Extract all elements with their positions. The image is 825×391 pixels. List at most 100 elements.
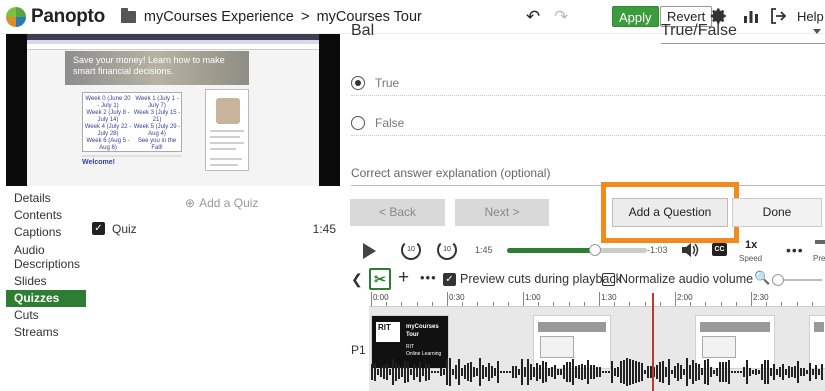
zoom-slider-handle[interactable]	[772, 274, 784, 286]
progress-bar[interactable]	[507, 244, 647, 256]
waveform-bar	[473, 366, 475, 378]
back-button[interactable]: < Back	[350, 199, 445, 226]
zoom-slider[interactable]	[772, 274, 822, 286]
quiz-name: Quiz	[112, 222, 137, 236]
nav-item-audio-descriptions[interactable]: Audio Descriptions	[6, 241, 86, 273]
progress-handle[interactable]	[589, 244, 602, 256]
waveform-bar	[629, 358, 631, 386]
waveform-bar	[692, 359, 694, 385]
add-question-button[interactable]: Add a Question	[612, 198, 728, 227]
nav-item-details[interactable]: Details	[6, 190, 86, 207]
waveform-bar	[638, 362, 640, 382]
panopto-logo-icon	[6, 6, 26, 27]
ruler-tick	[629, 302, 631, 306]
video-preview[interactable]: Save your money! Learn how to make smart…	[6, 34, 340, 186]
question-type-select[interactable]: True/False	[661, 22, 825, 44]
ruler-tick	[583, 302, 585, 306]
quiz-time: 1:45	[312, 222, 336, 236]
skip-back-icon[interactable]: 10	[401, 240, 421, 260]
waveform-bar	[779, 366, 781, 378]
playhead[interactable]	[652, 293, 654, 391]
radio-selected-icon[interactable]	[351, 76, 365, 90]
waveform-bar	[680, 364, 682, 380]
ruler-tick	[705, 302, 707, 306]
waveform-bar	[797, 360, 799, 384]
waveform-bar	[398, 365, 400, 379]
chevron-down-icon	[813, 29, 821, 34]
play-icon[interactable]	[363, 243, 376, 259]
ruler-tick	[614, 302, 616, 306]
explanation-input[interactable]: Correct answer explanation (optional)	[351, 166, 825, 186]
rit-logo: RIT	[376, 322, 400, 342]
question-type-value: True/False	[661, 22, 737, 39]
speed-value[interactable]: 1x	[745, 239, 757, 251]
waveform-bar	[386, 363, 388, 381]
ruler-tick	[751, 292, 752, 306]
video-welcome-text: Welcome!	[82, 159, 115, 166]
answer-option[interactable]: True	[351, 74, 825, 96]
ellipsis-icon[interactable]: •••	[420, 270, 437, 285]
timeline[interactable]: 0:00 0:30 1:00 1:30 2:00 2:30 P1 RIT myCourse…	[345, 292, 825, 391]
waveform-bar	[644, 369, 646, 375]
nav-item-cuts[interactable]: Cuts	[6, 307, 86, 324]
zoom-out-icon[interactable]: 🔍	[754, 270, 770, 286]
waveform-bar	[770, 368, 772, 376]
waveform-bar	[377, 368, 379, 376]
waveform-bar	[698, 364, 700, 380]
normalize-audio-checkbox[interactable]	[602, 273, 615, 286]
waveform-bar	[614, 368, 616, 376]
waveform-bar	[710, 366, 712, 378]
waveform-bar	[704, 360, 706, 384]
nav-item-streams[interactable]: Streams	[6, 324, 86, 341]
nav-item-contents[interactable]: Contents	[6, 207, 86, 224]
breadcrumb-folder[interactable]: myCourses Experience	[144, 9, 294, 25]
nav-item-captions[interactable]: Captions	[6, 224, 86, 241]
preview-icon[interactable]	[815, 240, 825, 244]
add-quiz-button[interactable]: ⊕ Add a Quiz	[185, 196, 258, 210]
video-week-cell: Week 0 (June 20 - July 1)	[85, 96, 131, 109]
captions-icon[interactable]: CC	[712, 243, 727, 256]
waveform-bar	[815, 365, 817, 379]
nav-item-quizzes[interactable]: Quizzes	[6, 290, 86, 307]
plus-icon[interactable]: +	[398, 267, 409, 289]
done-button[interactable]: Done	[732, 198, 822, 227]
waveform-bar	[503, 371, 505, 373]
video-week-cell: Week 5 (July 29 - Aug 4)	[133, 124, 181, 137]
panopto-logo[interactable]: Panopto	[6, 6, 105, 28]
ruler-time-label: 2:30	[753, 293, 769, 302]
answer-option[interactable]: False	[351, 114, 825, 136]
ruler-tick	[507, 302, 509, 306]
add-circle-icon: ⊕	[185, 196, 196, 210]
cut-tool-icon[interactable]: ✂	[369, 268, 391, 290]
skip-forward-icon[interactable]: 10	[437, 240, 457, 260]
waveform-bar	[536, 362, 538, 382]
ruler-tick	[659, 302, 661, 306]
waveform-bar	[773, 364, 775, 380]
normalize-audio-label[interactable]: Normalize audio volume	[619, 272, 753, 286]
waveform-bar	[602, 371, 604, 373]
quiz-list-item[interactable]: ✓ Quiz 1:45	[92, 220, 336, 238]
waveform-bar	[497, 360, 499, 384]
next-button[interactable]: Next >	[455, 199, 549, 226]
waveform-bar	[584, 364, 586, 380]
preview-cuts-label[interactable]: Preview cuts during playback	[460, 272, 622, 286]
waveform-bar	[686, 358, 688, 386]
answer-option-label: False	[375, 116, 405, 130]
volume-icon[interactable]	[681, 242, 699, 258]
time-remaining: -1:03	[647, 245, 668, 255]
waveform-bar	[752, 369, 754, 375]
waveform-bar	[425, 363, 427, 381]
nav-item-slides[interactable]: Slides	[6, 273, 86, 290]
question-text-input[interactable]: Bal	[351, 22, 374, 40]
waveform-bar	[731, 371, 733, 373]
waveform-bar	[494, 368, 496, 376]
radio-unselected-icon[interactable]	[351, 116, 365, 130]
waveform-bar	[449, 358, 451, 386]
chevron-left-icon[interactable]: ❮	[351, 271, 363, 288]
waveform-bar	[443, 369, 445, 375]
waveform-bar	[572, 358, 574, 386]
waveform-bar	[587, 359, 589, 385]
preview-cuts-checkbox[interactable]: ✓	[443, 273, 456, 286]
time-elapsed: 1:45	[475, 245, 493, 255]
more-options-icon[interactable]: •••	[786, 242, 804, 258]
